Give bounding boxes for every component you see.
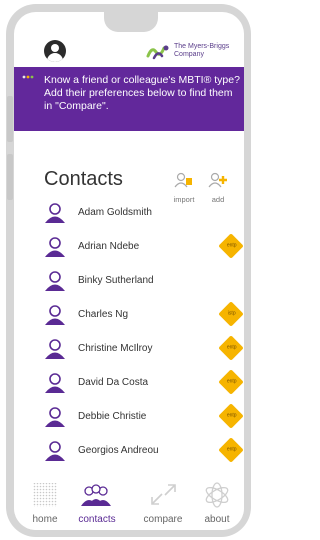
- add-user-icon: [208, 172, 227, 188]
- about-atom-icon: [205, 482, 229, 508]
- contact-name: Debbie Christie: [78, 411, 147, 422]
- compare-arrows-icon: [151, 484, 176, 505]
- profile-avatar-icon[interactable]: [44, 40, 66, 62]
- contact-name: Christine McIlroy: [78, 343, 153, 354]
- contact-name: David Da Costa: [78, 377, 149, 388]
- contact-row[interactable]: Debbie Christie entp: [44, 400, 244, 434]
- banner-message: Know a friend or colleague's MBTI® type?…: [44, 74, 240, 112]
- app-screen: The Myers-Briggs Company Know a friend o…: [14, 12, 244, 530]
- nav-about-label: about: [204, 514, 230, 525]
- info-banner: Know a friend or colleague's MBTI® type?…: [14, 67, 244, 131]
- nav-about[interactable]: about: [194, 478, 240, 530]
- contact-row[interactable]: Adrian Ndebe entp: [44, 230, 244, 264]
- page-title: Contacts: [44, 168, 123, 190]
- home-grid-icon: [33, 483, 57, 507]
- contact-row[interactable]: Charles Ng istp: [44, 298, 244, 332]
- side-button: [7, 154, 13, 200]
- type-badge: entp: [218, 403, 244, 429]
- contact-name: Georgios Andreou: [78, 445, 159, 456]
- type-badge-label: entp: [226, 242, 237, 249]
- contact-row[interactable]: Georgios Andreou entp: [44, 434, 244, 468]
- contact-name: Binky Sutherland: [78, 275, 154, 286]
- contact-name: Adam Goldsmith: [78, 207, 152, 218]
- type-badge-label: entp: [226, 378, 237, 385]
- contact-row[interactable]: Binky Sutherland: [44, 264, 244, 298]
- contact-avatar-icon: [45, 339, 65, 359]
- type-badge: entp: [218, 335, 244, 361]
- contact-avatar-icon: [45, 441, 65, 461]
- contact-row[interactable]: Adam Goldsmith: [44, 196, 244, 230]
- myers-briggs-logo-icon: [146, 45, 169, 60]
- nav-home-label: home: [32, 514, 58, 525]
- bottom-nav: home contacts compare about: [14, 478, 244, 530]
- logo-text: The Myers-Briggs Company: [174, 43, 230, 58]
- contact-avatar-icon: [45, 271, 65, 291]
- type-badge-label: istp: [227, 310, 236, 317]
- type-badge: entp: [218, 369, 244, 395]
- nav-contacts-label: contacts: [78, 514, 116, 525]
- contact-avatar-icon: [45, 407, 65, 427]
- contact-row[interactable]: Christine McIlroy entp: [44, 332, 244, 366]
- contacts-group-icon: [81, 484, 111, 506]
- type-badge: istp: [218, 301, 244, 327]
- type-badge-label: entp: [226, 412, 237, 419]
- type-badge: entp: [218, 437, 244, 463]
- brand-logo: The Myers-Briggs Company: [146, 42, 236, 62]
- nav-contacts[interactable]: contacts: [74, 478, 120, 530]
- contact-row[interactable]: David Da Costa entp: [44, 366, 244, 400]
- nav-compare-label: compare: [143, 514, 183, 525]
- import-user-icon: [174, 172, 192, 188]
- nav-compare[interactable]: compare: [140, 478, 186, 530]
- contact-avatar-icon: [45, 305, 65, 325]
- contact-name: Charles Ng: [78, 309, 129, 320]
- contact-avatar-icon: [45, 237, 65, 257]
- contact-avatar-icon: [45, 373, 65, 393]
- type-badge-label: entp: [226, 446, 237, 453]
- type-badge-label: entp: [226, 344, 237, 351]
- banner-dots-icon: [22, 75, 34, 79]
- side-button: [7, 96, 13, 142]
- contact-avatar-icon: [45, 203, 65, 223]
- contact-name: Adrian Ndebe: [78, 241, 140, 252]
- nav-home[interactable]: home: [22, 478, 68, 530]
- top-bar: The Myers-Briggs Company: [14, 12, 244, 68]
- type-badge: entp: [218, 233, 244, 259]
